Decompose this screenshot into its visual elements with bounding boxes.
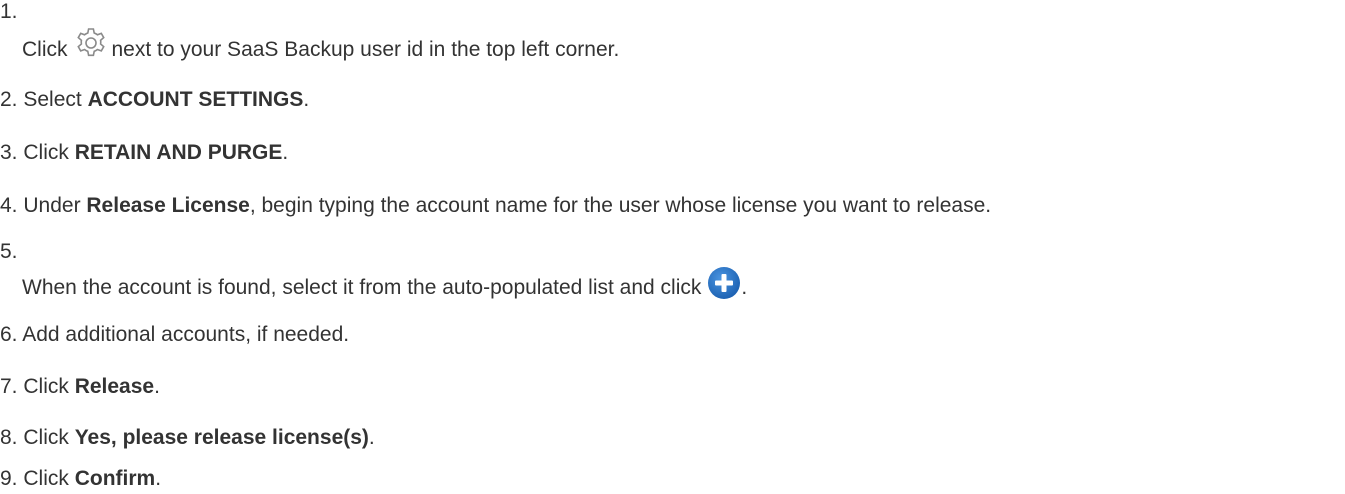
step-7: 7. Click Release. [0,375,160,399]
step-2: 2. Select ACCOUNT SETTINGS. [0,88,309,112]
step-text-after: . [155,467,162,490]
step-number: 7. [0,375,18,398]
step-number: 8. [0,426,18,449]
step-text-bold: Release License [86,194,250,217]
gear-icon [74,26,108,60]
step-number: 3. [0,141,18,164]
step-text-bold: Yes, please release license(s) [74,426,369,449]
step-text-bold: Confirm [74,467,156,490]
step-text-before: Select [23,88,88,111]
step-9: 9. Click Confirm. [0,467,161,491]
step-8: 8. Click Yes, please release license(s). [0,426,375,450]
step-text-before: Click [23,375,75,398]
step-text-after: , begin typing the account name for the … [249,194,992,217]
step-number: 2. [0,88,18,111]
step-text-after: . [282,141,289,164]
step-text-before: When the account is found, select it fro… [22,276,702,299]
step-number: 5. [0,240,18,263]
step-6: 6. Add additional accounts, if needed. [0,323,349,347]
step-text: Add additional accounts, if needed. [22,323,350,346]
step-number: 9. [0,467,18,490]
step-text-before: Click [22,38,68,61]
step-text-bold: Release [74,375,155,398]
step-4: 4. Under Release License, begin typing t… [0,194,991,218]
step-text: Click next to your SaaS Backup user id i… [22,26,619,62]
step-text-bold: RETAIN AND PURGE [74,141,283,164]
plus-circle-icon [707,266,741,300]
step-text-bold: ACCOUNT SETTINGS [87,88,304,111]
step-text: When the account is found, select it fro… [22,266,747,300]
step-text-before: Click [23,141,75,164]
step-number: 6. [0,323,18,346]
step-text-before: Under [23,194,87,217]
step-3: 3. Click RETAIN AND PURGE. [0,141,288,165]
step-text-after: . [303,88,310,111]
step-text-after: . [368,426,375,449]
step-text-after: . [741,276,748,299]
step-text-after: next to your SaaS Backup user id in the … [111,38,620,61]
step-text-after: . [154,375,160,398]
step-number: 1. [0,0,18,23]
step-text-before: Click [23,467,75,490]
step-text-before: Click [23,426,75,449]
step-number: 4. [0,194,18,217]
